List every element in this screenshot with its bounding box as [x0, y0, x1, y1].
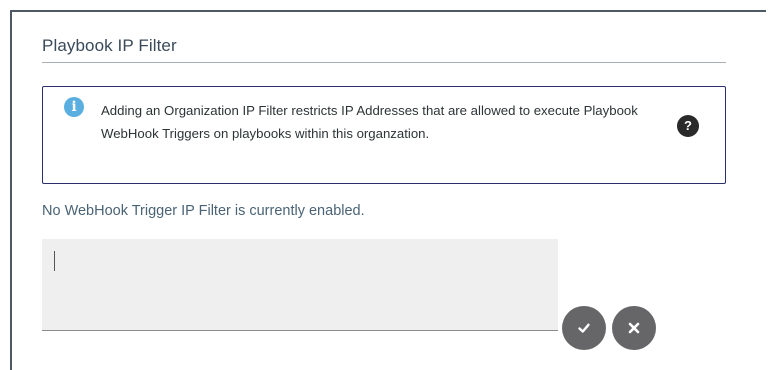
- checkmark-icon: [578, 323, 590, 333]
- help-icon[interactable]: ?: [677, 115, 699, 137]
- page-title: Playbook IP Filter: [42, 36, 177, 55]
- ip-filter-input[interactable]: [42, 239, 558, 331]
- info-message: Adding an Organization IP Filter restric…: [101, 103, 638, 141]
- info-icon: i: [64, 97, 84, 117]
- cancel-button[interactable]: [612, 306, 656, 350]
- info-callout: i Adding an Organization IP Filter restr…: [42, 86, 726, 184]
- confirm-button[interactable]: [562, 306, 606, 350]
- title-divider: [42, 62, 726, 63]
- text-cursor: [54, 251, 55, 271]
- close-icon: [628, 322, 640, 334]
- status-text: No WebHook Trigger IP Filter is currentl…: [42, 203, 365, 219]
